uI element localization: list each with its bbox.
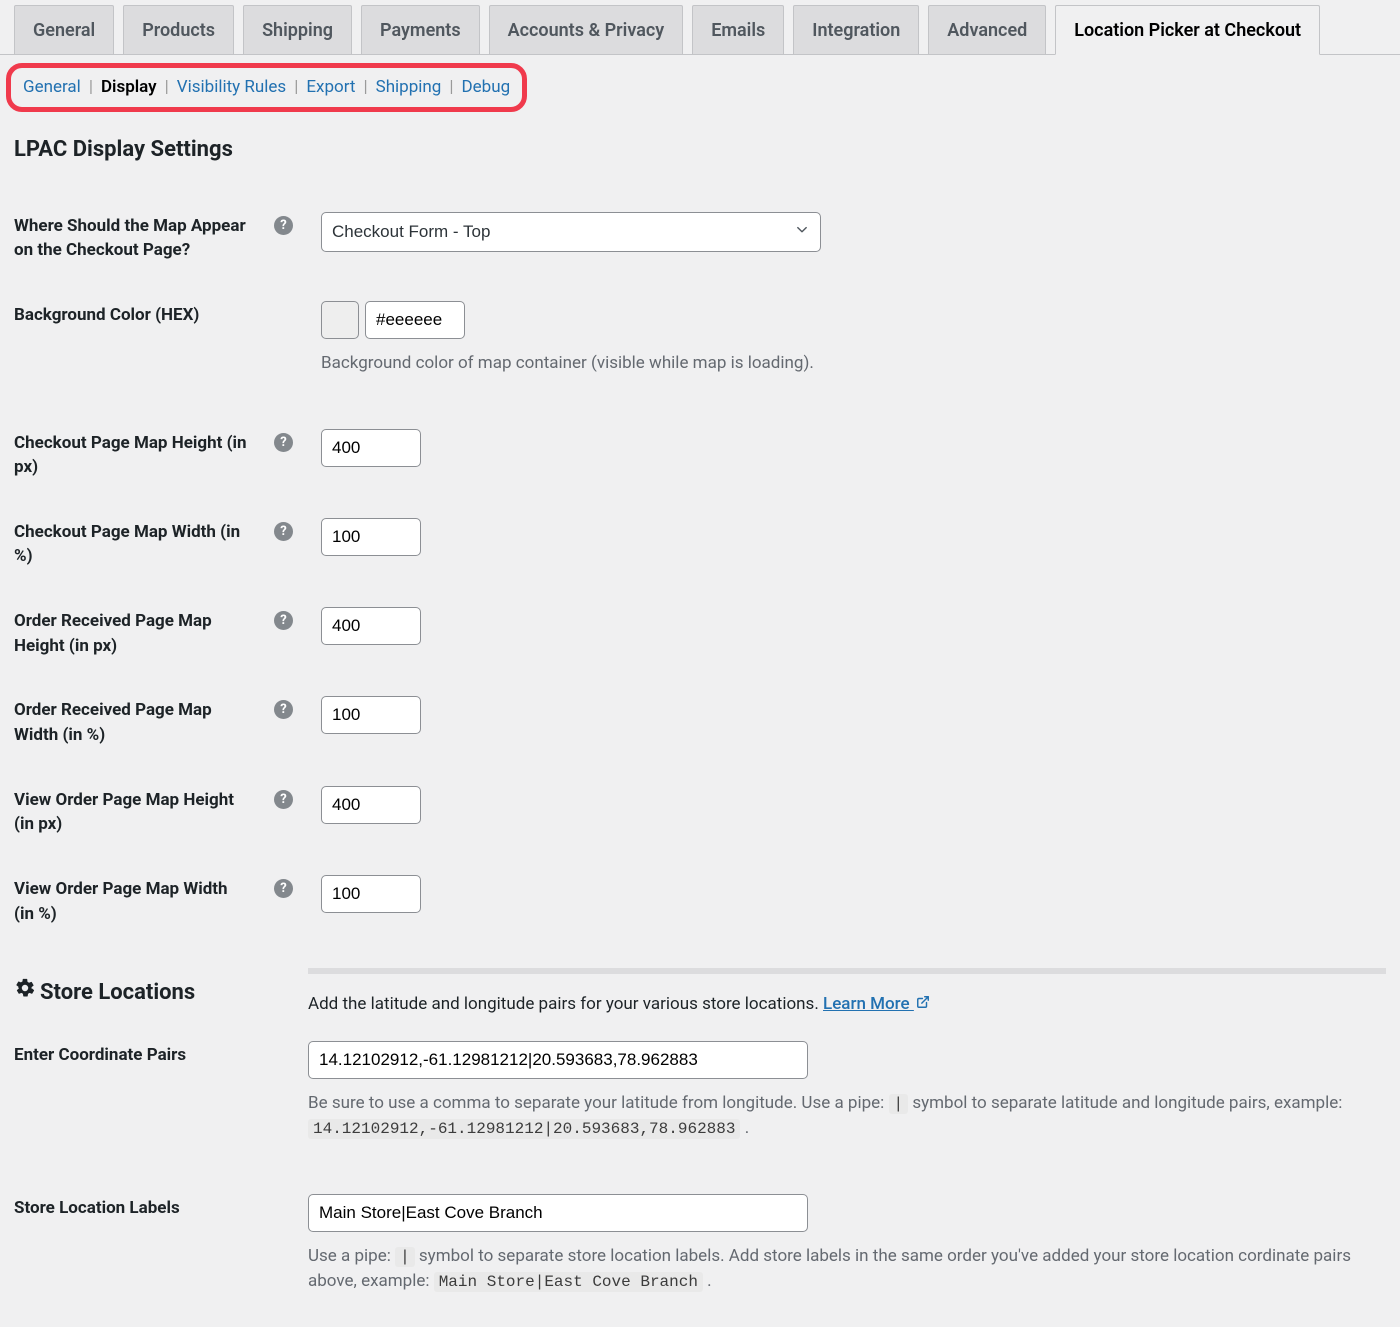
label-order-received-width: Order Received Page Map Width (in %) — [0, 678, 260, 767]
wc-settings-tabs: General Products Shipping Payments Accou… — [0, 0, 1400, 55]
label-checkout-width: Checkout Page Map Width (in %) — [0, 500, 260, 589]
subnav-visibility-rules[interactable]: Visibility Rules — [177, 75, 286, 100]
pipe-char: | — [889, 1094, 909, 1114]
subnav-shipping[interactable]: Shipping — [376, 75, 442, 100]
view-order-height-input[interactable] — [321, 786, 421, 824]
label-order-received-height: Order Received Page Map Height (in px) — [0, 589, 260, 678]
form-table: Where Should the Map Appear on the Check… — [0, 194, 1400, 947]
label-map-position: Where Should the Map Appear on the Check… — [0, 194, 260, 283]
checkout-height-input[interactable] — [321, 429, 421, 467]
help-icon[interactable] — [274, 611, 293, 630]
subnav-separator: | — [447, 75, 455, 100]
order-received-height-input[interactable] — [321, 607, 421, 645]
tab-integration[interactable]: Integration — [793, 5, 919, 54]
tab-products[interactable]: Products — [123, 5, 234, 54]
gear-icon — [14, 977, 36, 1009]
pipe-char: | — [395, 1247, 415, 1267]
lpac-subnav: General | Display | Visibility Rules | E… — [6, 63, 527, 112]
label-bg-color: Background Color (HEX) — [0, 283, 260, 411]
select-map-position[interactable]: Checkout Form - Top — [321, 212, 821, 252]
subnav-debug[interactable]: Debug — [462, 75, 511, 100]
store-locations-header: Store Locations Add the latitude and lon… — [0, 946, 1400, 1023]
store-locations-intro: Add the latitude and longitude pairs for… — [308, 992, 1386, 1017]
bg-color-input[interactable] — [365, 301, 465, 339]
bg-color-desc: Background color of map container (visib… — [321, 351, 1386, 376]
coord-pairs-input[interactable] — [308, 1041, 808, 1079]
store-locations-table: Enter Coordinate Pairs Be sure to use a … — [0, 1023, 1400, 1327]
page-title: LPAC Display Settings — [14, 134, 1400, 166]
tab-shipping[interactable]: Shipping — [243, 5, 352, 54]
help-icon[interactable] — [274, 700, 293, 719]
subnav-separator: | — [292, 75, 300, 100]
label-checkout-height: Checkout Page Map Height (in px) — [0, 411, 260, 500]
help-icon[interactable] — [274, 433, 293, 452]
labels-example: Main Store|East Cove Branch — [434, 1272, 703, 1292]
order-received-width-input[interactable] — [321, 696, 421, 734]
label-view-order-height: View Order Page Map Height (in px) — [0, 768, 260, 857]
coord-pairs-desc: Be sure to use a comma to separate your … — [308, 1091, 1386, 1141]
subnav-separator: | — [361, 75, 369, 100]
tab-accounts-privacy[interactable]: Accounts & Privacy — [489, 5, 684, 54]
learn-more-link[interactable]: Learn More — [823, 994, 914, 1014]
tab-emails[interactable]: Emails — [692, 5, 784, 54]
help-icon[interactable] — [274, 790, 293, 809]
subnav-display[interactable]: Display — [101, 75, 157, 100]
help-icon[interactable] — [274, 879, 293, 898]
subnav-separator: | — [163, 75, 171, 100]
tab-payments[interactable]: Payments — [361, 5, 480, 54]
section-separator — [308, 968, 1386, 974]
view-order-width-input[interactable] — [321, 875, 421, 913]
store-labels-desc: Use a pipe: | symbol to separate store l… — [308, 1244, 1386, 1294]
checkout-width-input[interactable] — [321, 518, 421, 556]
help-icon[interactable] — [274, 216, 293, 235]
coord-example: 14.12102912,-61.12981212|20.593683,78.96… — [308, 1119, 740, 1139]
help-icon[interactable] — [274, 522, 293, 541]
color-swatch[interactable] — [321, 301, 359, 339]
subnav-export[interactable]: Export — [306, 75, 355, 100]
tab-location-picker[interactable]: Location Picker at Checkout — [1055, 5, 1320, 55]
label-view-order-width: View Order Page Map Width (in %) — [0, 857, 260, 946]
external-link-icon — [916, 997, 930, 1013]
label-store-location-labels: Store Location Labels — [0, 1176, 260, 1327]
tab-general[interactable]: General — [14, 5, 114, 54]
subnav-general[interactable]: General — [23, 75, 81, 100]
label-coord-pairs: Enter Coordinate Pairs — [0, 1023, 260, 1176]
store-labels-input[interactable] — [308, 1194, 808, 1232]
subnav-separator: | — [87, 75, 95, 100]
store-locations-title: Store Locations — [40, 977, 195, 1009]
tab-advanced[interactable]: Advanced — [928, 5, 1046, 54]
